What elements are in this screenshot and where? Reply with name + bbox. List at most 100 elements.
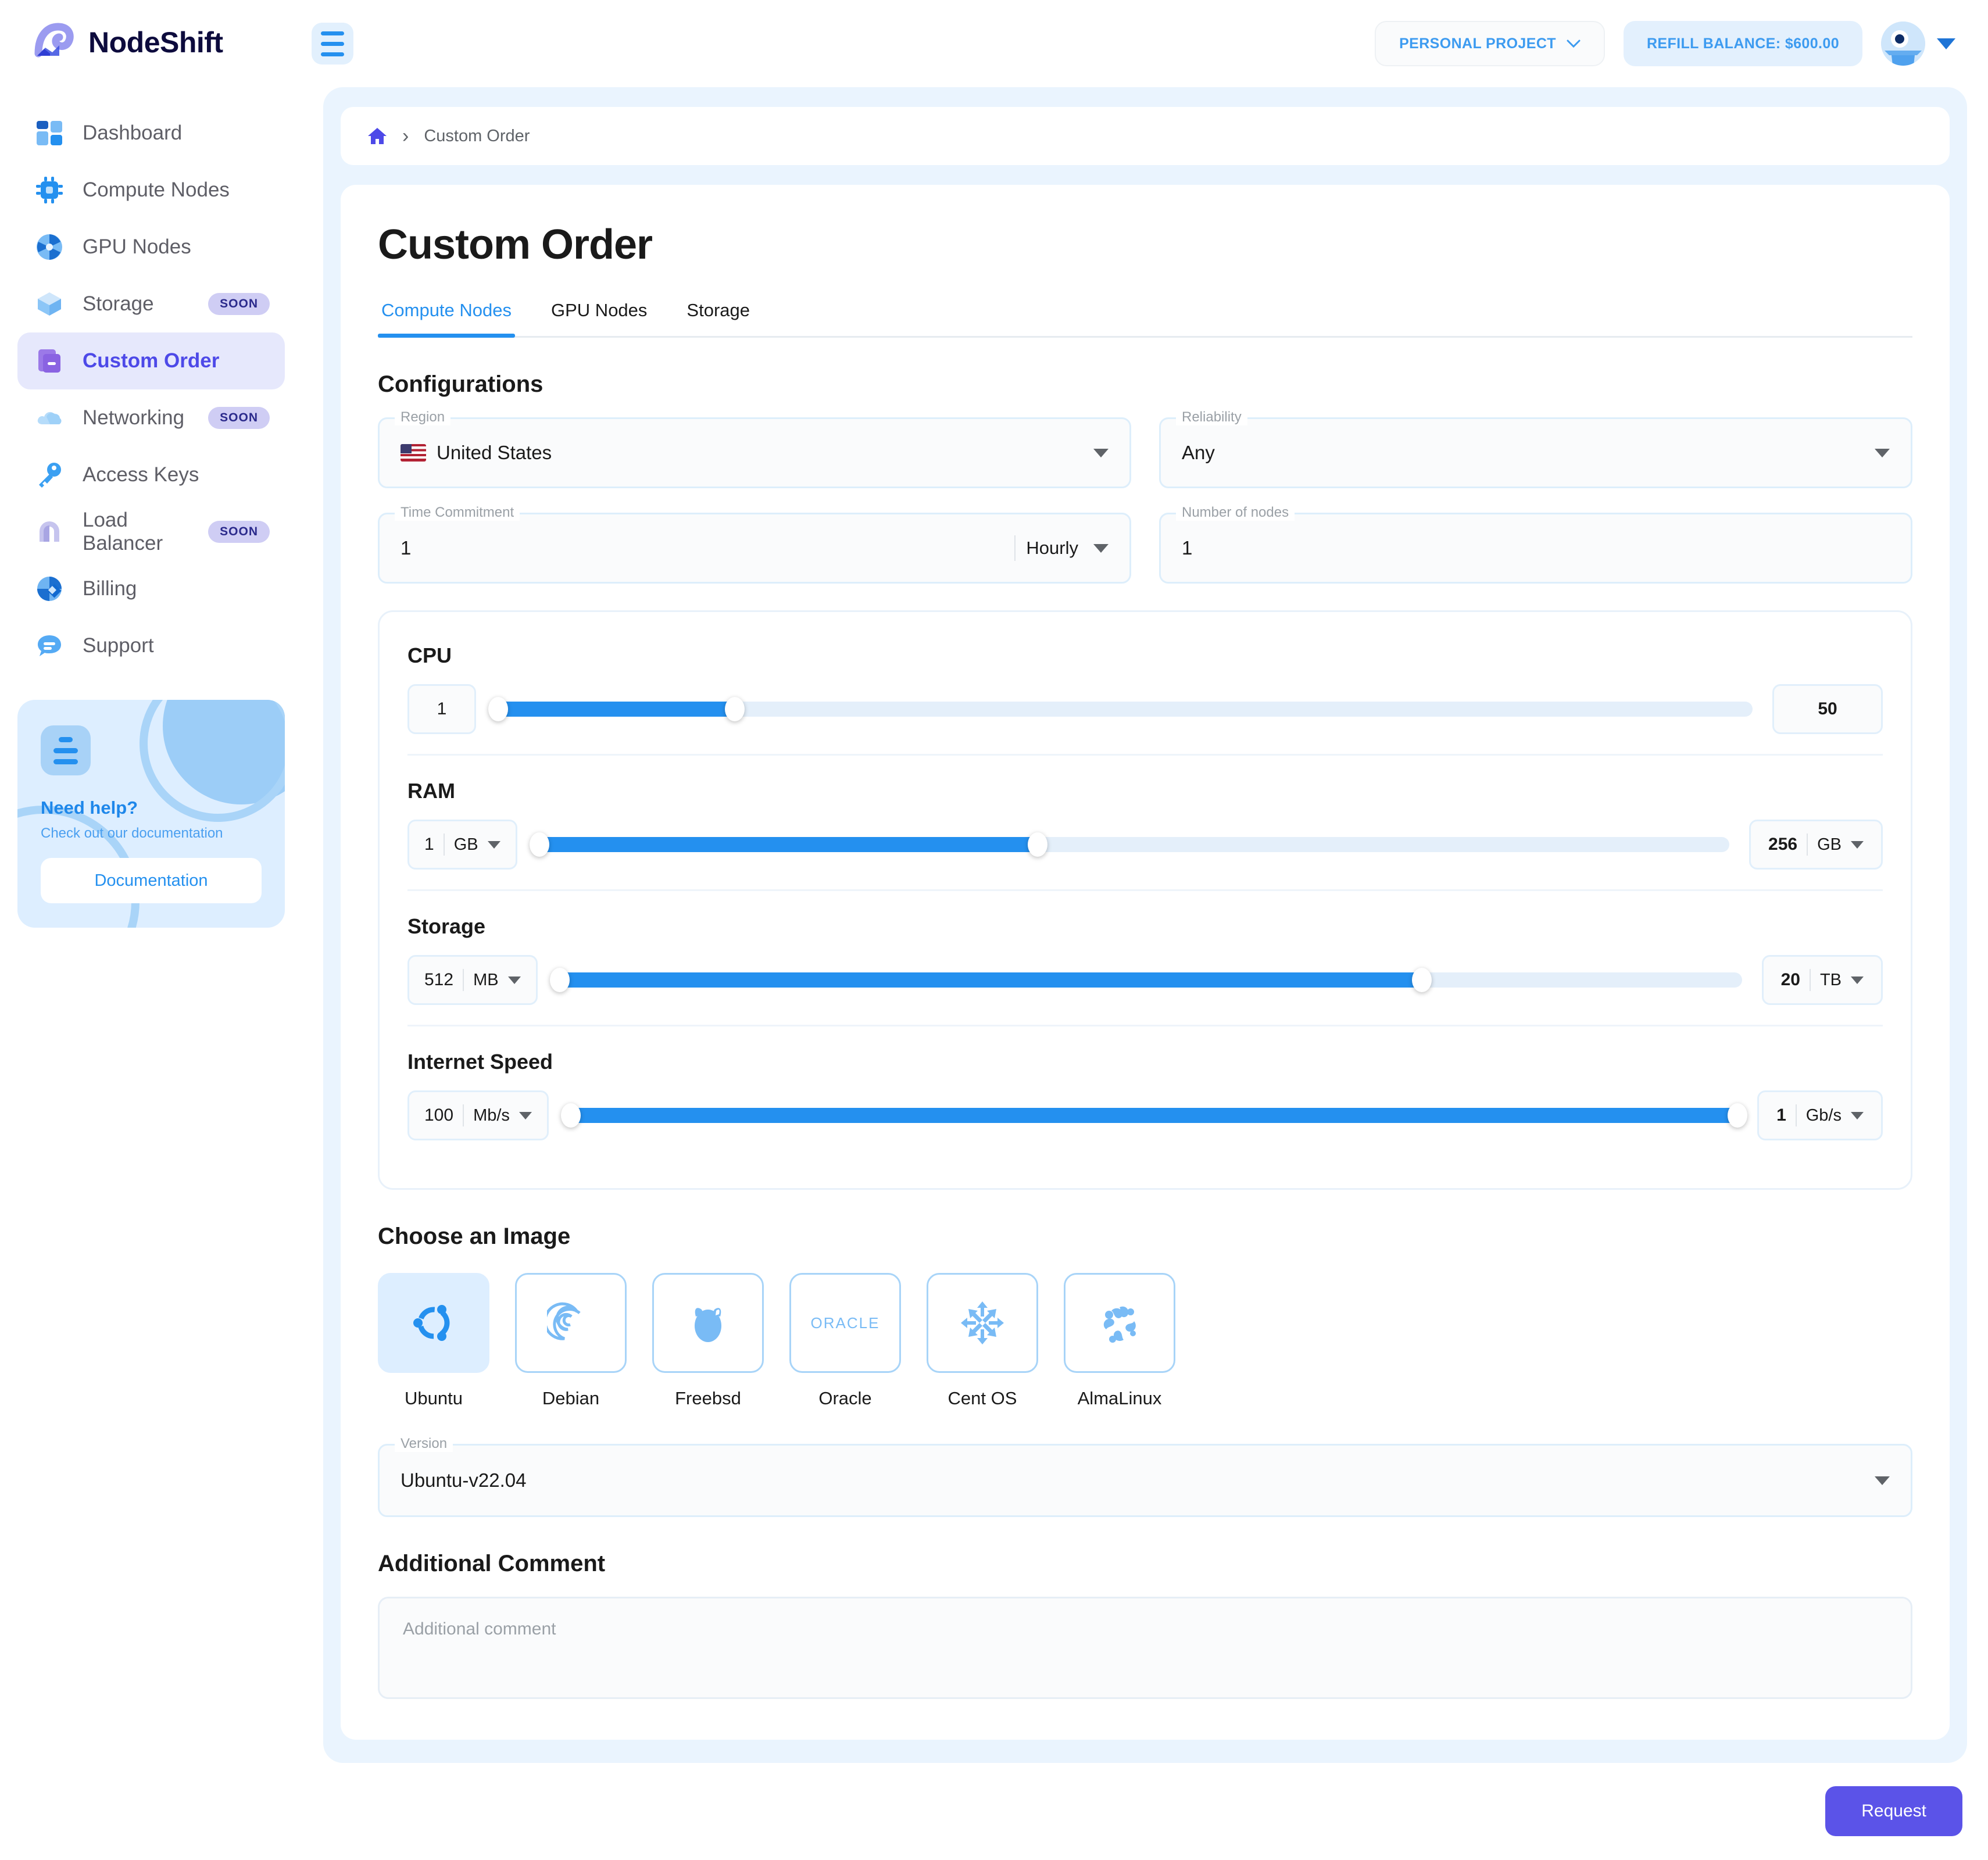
topbar: PERSONAL PROJECT REFILL BALANCE: $600.00	[302, 0, 1988, 87]
sidebar-item-billing[interactable]: Billing	[17, 560, 285, 617]
caret-down-icon	[1851, 1111, 1864, 1119]
image-box[interactable]: ORACLE	[789, 1273, 901, 1373]
sidebar-item-access-keys[interactable]: Access Keys	[17, 446, 285, 503]
sidebar-item-label: Billing	[83, 577, 137, 600]
version-label: Version	[395, 1436, 453, 1452]
slider-row: 1 GB 256 GB	[407, 820, 1883, 870]
slider-block-ram: RAM 1 GB 256 GB	[407, 754, 1883, 889]
user-menu[interactable]	[1881, 22, 1955, 66]
image-label: Debian	[542, 1388, 600, 1408]
image-option-debian[interactable]: Debian	[515, 1273, 627, 1409]
us-flag-icon	[401, 444, 426, 462]
cpu-min-input[interactable]: 1	[407, 684, 476, 734]
request-button[interactable]: Request	[1825, 1786, 1962, 1836]
help-card-title: Need help?	[41, 797, 138, 818]
storage-slider-knob-max[interactable]	[1412, 968, 1432, 992]
number-of-nodes-input[interactable]: Number of nodes 1	[1159, 505, 1912, 584]
image-option-almalinux[interactable]: AlmaLinux	[1064, 1273, 1175, 1409]
image-option-ubuntu[interactable]: Ubuntu	[378, 1273, 489, 1409]
image-box[interactable]	[1064, 1273, 1175, 1373]
image-box[interactable]	[378, 1273, 489, 1373]
internet-speed-max-input[interactable]: 1 Gb/s	[1757, 1090, 1883, 1140]
choose-image-heading: Choose an Image	[378, 1224, 571, 1249]
ram-slider-knob-max[interactable]	[1028, 832, 1048, 857]
divider	[463, 969, 464, 991]
document-lines-icon	[41, 725, 91, 775]
content-area: › Custom Order Custom Order Compute Node…	[323, 87, 1967, 1763]
image-box[interactable]	[927, 1273, 1038, 1373]
version-value: Ubuntu-v22.04	[401, 1469, 527, 1491]
user-avatar-icon	[1881, 22, 1925, 66]
image-option-freebsd[interactable]: Freebsd	[652, 1273, 764, 1409]
cpu-max-input[interactable]: 50	[1772, 684, 1883, 734]
sidebar-item-support[interactable]: Support	[17, 617, 285, 674]
reliability-label: Reliability	[1176, 409, 1247, 425]
image-option-oracle[interactable]: ORACLE Oracle	[789, 1273, 901, 1409]
region-value: United States	[437, 442, 552, 463]
version-select[interactable]: Version Ubuntu-v22.04	[378, 1436, 1912, 1517]
chevron-down-icon	[1567, 35, 1581, 52]
caret-down-icon	[487, 840, 500, 849]
sidebar-item-storage[interactable]: Storage SOON	[17, 276, 285, 332]
sidebar-item-custom-order[interactable]: Custom Order	[17, 332, 285, 389]
image-label: Cent OS	[947, 1388, 1017, 1408]
reliability-select[interactable]: Reliability Any	[1159, 409, 1912, 488]
tab-gpu-nodes[interactable]: GPU Nodes	[548, 300, 650, 336]
divider	[443, 834, 445, 856]
project-selector-button[interactable]: PERSONAL PROJECT	[1375, 21, 1605, 66]
storage-min-input[interactable]: 512 MB	[407, 955, 538, 1005]
region-select[interactable]: Region United States	[378, 409, 1131, 488]
hamburger-icon[interactable]	[312, 23, 353, 65]
image-grid: Ubuntu Debian Freebsd ORACLE Oracle Cent…	[378, 1273, 1912, 1409]
cpu-slider-knob-max[interactable]	[724, 697, 745, 721]
breadcrumb-separator: ›	[402, 124, 409, 147]
image-box[interactable]	[515, 1273, 627, 1373]
ram-slider-track[interactable]	[529, 832, 1730, 857]
sidebar-item-networking[interactable]: Networking SOON	[17, 389, 285, 446]
sidebar-item-label: Load Balancer	[83, 509, 163, 555]
documentation-button[interactable]: Documentation	[41, 858, 262, 903]
sidebar-item-compute-nodes[interactable]: Compute Nodes	[17, 162, 285, 219]
sidebar-item-label: Networking	[83, 406, 185, 429]
refill-balance-button[interactable]: REFILL BALANCE: $600.00	[1623, 21, 1862, 66]
svg-text:ORACLE: ORACLE	[811, 1314, 880, 1332]
internet-speed-slider-knob-min[interactable]	[560, 1103, 581, 1128]
tab-compute-nodes[interactable]: Compute Nodes	[378, 300, 516, 338]
image-option-centos[interactable]: Cent OS	[927, 1273, 1038, 1409]
storage-slider-knob-min[interactable]	[549, 968, 570, 992]
caret-down-icon	[507, 976, 521, 984]
internet-speed-slider-knob-max[interactable]	[1728, 1103, 1748, 1128]
home-icon[interactable]	[367, 126, 387, 146]
page-title: Custom Order	[378, 221, 653, 268]
ram-slider-fill	[537, 837, 1038, 852]
time-commitment-unit-select[interactable]: Hourly	[1014, 535, 1109, 561]
storage-min-unit: MB	[473, 970, 499, 989]
cpu-slider-knob-min[interactable]	[488, 697, 509, 721]
internet-speed-slider-track[interactable]	[560, 1103, 1748, 1128]
slider-block-internet-speed: Internet Speed 100 Mb/s 1 Gb/s	[407, 1025, 1883, 1160]
ram-min-input[interactable]: 1 GB	[407, 820, 517, 870]
time-commitment-input[interactable]: Time Commitment 1 Hourly	[378, 505, 1131, 584]
storage-slider-track[interactable]	[549, 968, 1742, 992]
caret-down-icon	[519, 1111, 532, 1119]
ram-slider-knob-min[interactable]	[529, 832, 549, 857]
sidebar-item-gpu-nodes[interactable]: GPU Nodes	[17, 219, 285, 276]
additional-comment-textarea[interactable]: Additional comment	[378, 1597, 1912, 1699]
time-commitment-value: 1	[401, 537, 412, 559]
image-box[interactable]	[652, 1273, 764, 1373]
cpu-max-value: 50	[1818, 699, 1837, 718]
internet-speed-slider-fill	[568, 1108, 1738, 1123]
sidebar-item-load-balancer[interactable]: Load Balancer SOON	[17, 503, 285, 560]
caret-down-icon	[1875, 448, 1890, 457]
divider	[1807, 834, 1808, 856]
caret-down-icon	[1093, 448, 1109, 457]
cpu-slider-track[interactable]	[488, 697, 1753, 721]
tab-bar: Compute Nodes GPU Nodes Storage	[378, 300, 1912, 338]
storage-max-input[interactable]: 20 TB	[1761, 955, 1883, 1005]
brand[interactable]: NodeShift	[0, 0, 302, 64]
sidebar-item-dashboard[interactable]: Dashboard	[17, 105, 285, 162]
tab-storage[interactable]: Storage	[683, 300, 753, 336]
internet-speed-min-input[interactable]: 100 Mb/s	[407, 1090, 549, 1140]
sidebar-item-label: Support	[83, 634, 154, 657]
ram-max-input[interactable]: 256 GB	[1749, 820, 1883, 870]
